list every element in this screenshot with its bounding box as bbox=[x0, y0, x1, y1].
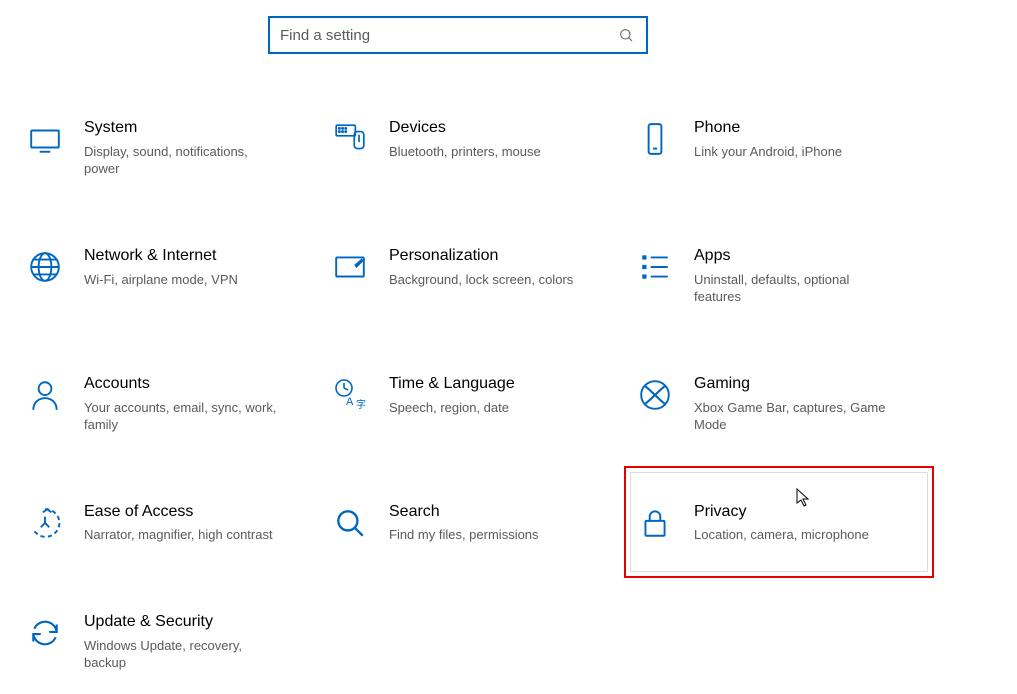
setting-title: Gaming bbox=[694, 374, 894, 395]
lock-icon bbox=[636, 504, 674, 542]
svg-text:A: A bbox=[346, 396, 354, 408]
setting-title: System bbox=[84, 118, 284, 139]
phone-icon bbox=[636, 120, 674, 158]
setting-desc: Bluetooth, printers, mouse bbox=[389, 143, 541, 161]
settings-item-system[interactable]: System Display, sound, notifications, po… bbox=[26, 112, 331, 184]
setting-title: Personalization bbox=[389, 246, 573, 267]
setting-desc: Xbox Game Bar, captures, Game Mode bbox=[694, 399, 894, 434]
setting-desc: Display, sound, notifications, power bbox=[84, 143, 284, 178]
setting-title: Search bbox=[389, 502, 539, 523]
search-box[interactable] bbox=[268, 16, 648, 54]
settings-item-apps[interactable]: Apps Uninstall, defaults, optional featu… bbox=[636, 240, 941, 312]
settings-item-accounts[interactable]: Accounts Your accounts, email, sync, wor… bbox=[26, 368, 331, 440]
setting-desc: Uninstall, defaults, optional features bbox=[694, 271, 894, 306]
setting-title: Network & Internet bbox=[84, 246, 238, 267]
accounts-icon bbox=[26, 376, 64, 414]
setting-desc: Windows Update, recovery, backup bbox=[84, 637, 284, 672]
personalization-icon bbox=[331, 248, 369, 286]
setting-title: Apps bbox=[694, 246, 894, 267]
gaming-icon bbox=[636, 376, 674, 414]
setting-title: Ease of Access bbox=[84, 502, 273, 523]
settings-item-ease-of-access[interactable]: Ease of Access Narrator, magnifier, high… bbox=[26, 496, 331, 550]
settings-grid: System Display, sound, notifications, po… bbox=[26, 112, 986, 678]
setting-title: Privacy bbox=[694, 502, 869, 523]
settings-item-gaming[interactable]: Gaming Xbox Game Bar, captures, Game Mod… bbox=[636, 368, 941, 440]
settings-item-privacy[interactable]: Privacy Location, camera, microphone bbox=[636, 496, 941, 550]
setting-desc: Speech, region, date bbox=[389, 399, 515, 417]
settings-item-update-security[interactable]: Update & Security Windows Update, recove… bbox=[26, 606, 331, 678]
settings-item-devices[interactable]: Devices Bluetooth, printers, mouse bbox=[331, 112, 636, 184]
search-input[interactable] bbox=[280, 27, 616, 44]
system-icon bbox=[26, 120, 64, 158]
setting-title: Time & Language bbox=[389, 374, 515, 395]
setting-title: Update & Security bbox=[84, 612, 284, 633]
settings-item-time-language[interactable]: A 字 Time & Language Speech, region, date bbox=[331, 368, 636, 440]
setting-desc: Your accounts, email, sync, work, family bbox=[84, 399, 284, 434]
setting-desc: Background, lock screen, colors bbox=[389, 271, 573, 289]
setting-desc: Wi-Fi, airplane mode, VPN bbox=[84, 271, 238, 289]
devices-icon bbox=[331, 120, 369, 158]
time-language-icon: A 字 bbox=[331, 376, 369, 414]
ease-of-access-icon bbox=[26, 504, 64, 542]
setting-title: Accounts bbox=[84, 374, 284, 395]
svg-text:字: 字 bbox=[356, 398, 366, 411]
setting-title: Devices bbox=[389, 118, 541, 139]
settings-item-phone[interactable]: Phone Link your Android, iPhone bbox=[636, 112, 941, 184]
apps-icon bbox=[636, 248, 674, 286]
globe-icon bbox=[26, 248, 64, 286]
search-icon bbox=[616, 25, 636, 45]
settings-item-network[interactable]: Network & Internet Wi-Fi, airplane mode,… bbox=[26, 240, 331, 312]
setting-title: Phone bbox=[694, 118, 842, 139]
setting-desc: Find my files, permissions bbox=[389, 526, 539, 544]
setting-desc: Location, camera, microphone bbox=[694, 526, 869, 544]
magnifier-icon bbox=[331, 504, 369, 542]
setting-desc: Narrator, magnifier, high contrast bbox=[84, 526, 273, 544]
setting-desc: Link your Android, iPhone bbox=[694, 143, 842, 161]
update-icon bbox=[26, 614, 64, 652]
settings-item-personalization[interactable]: Personalization Background, lock screen,… bbox=[331, 240, 636, 312]
settings-item-search[interactable]: Search Find my files, permissions bbox=[331, 496, 636, 550]
